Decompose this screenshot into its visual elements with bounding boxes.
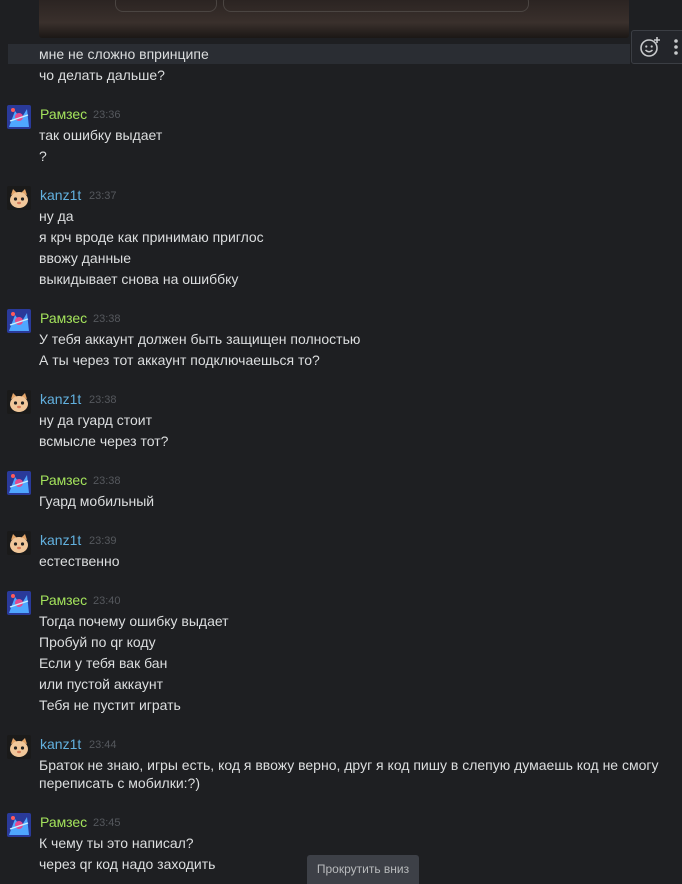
author-name[interactable]: Рамзес — [40, 591, 87, 609]
message-timestamp: 23:37 — [89, 190, 117, 202]
message-line: через qr код надо заходить — [39, 856, 216, 872]
message-timestamp: 23:38 — [89, 394, 117, 406]
message-line: А ты через тот аккаунт подключаешься то? — [39, 352, 320, 368]
message-line: У тебя аккаунт должен быть защищен полно… — [39, 331, 361, 347]
avatar[interactable] — [7, 105, 31, 129]
message-line: или пустой аккаунт — [39, 676, 163, 692]
message-timestamp: 23:38 — [93, 475, 121, 487]
message-line: Если у тебя вак бан — [39, 655, 168, 671]
author-name[interactable]: Рамзес — [40, 309, 87, 327]
author-name[interactable]: Рамзес — [40, 105, 87, 123]
avatar[interactable] — [7, 813, 31, 837]
message-line: я крч вроде как принимаю приглос — [39, 229, 264, 245]
message-line: ? — [39, 148, 47, 164]
shared-image-preview[interactable] — [39, 0, 629, 38]
message-line: ну да — [39, 208, 74, 224]
image-decoration — [115, 0, 217, 12]
more-vertical-icon[interactable] — [672, 37, 680, 57]
author-name[interactable]: kanz1t — [40, 735, 81, 753]
message-actions-bar — [631, 30, 682, 64]
author-name[interactable]: kanz1t — [40, 390, 81, 408]
avatar[interactable] — [7, 471, 31, 495]
avatar[interactable] — [7, 309, 31, 333]
add-reaction-icon[interactable] — [638, 35, 662, 59]
author-name[interactable]: Рамзес — [40, 813, 87, 831]
image-decoration — [223, 0, 529, 12]
message-timestamp: 23:44 — [89, 739, 117, 751]
message-line: всмысле через тот? — [39, 433, 169, 449]
message-line: К чему ты это написал? — [39, 835, 194, 851]
message-timestamp: 23:40 — [93, 595, 121, 607]
author-name[interactable]: kanz1t — [40, 186, 81, 204]
message-line: естественно — [39, 553, 120, 569]
scroll-to-bottom-button[interactable]: Прокрутить вниз — [307, 855, 419, 884]
message-line: мне не сложно впринципе — [39, 46, 209, 62]
message-line: выкидывает снова на ошиббку — [39, 271, 239, 287]
message-line: ввожу данные — [39, 250, 132, 266]
message-line: Браток не знаю, игры есть, код я ввожу в… — [39, 757, 659, 791]
message-line: Пробуй по qr коду — [39, 634, 156, 650]
avatar[interactable] — [7, 591, 31, 615]
message-line: Гуард мобильный — [39, 493, 155, 509]
message-line: Тогда почему ошибку выдает — [39, 613, 229, 629]
message-timestamp: 23:39 — [89, 535, 117, 547]
message-line: чо делать дальше? — [39, 67, 165, 83]
message-line: ну да гуард стоит — [39, 412, 152, 428]
avatar[interactable] — [7, 735, 31, 759]
author-name[interactable]: kanz1t — [40, 531, 81, 549]
message-line: так ошибку выдает — [39, 127, 163, 143]
message-timestamp: 23:36 — [93, 109, 121, 121]
message-timestamp: 23:38 — [93, 313, 121, 325]
message-line: Тебя не пустит играть — [39, 697, 181, 713]
avatar[interactable] — [7, 390, 31, 414]
message-timestamp: 23:45 — [93, 817, 121, 829]
avatar[interactable] — [7, 531, 31, 555]
avatar[interactable] — [7, 186, 31, 210]
author-name[interactable]: Рамзес — [40, 471, 87, 489]
